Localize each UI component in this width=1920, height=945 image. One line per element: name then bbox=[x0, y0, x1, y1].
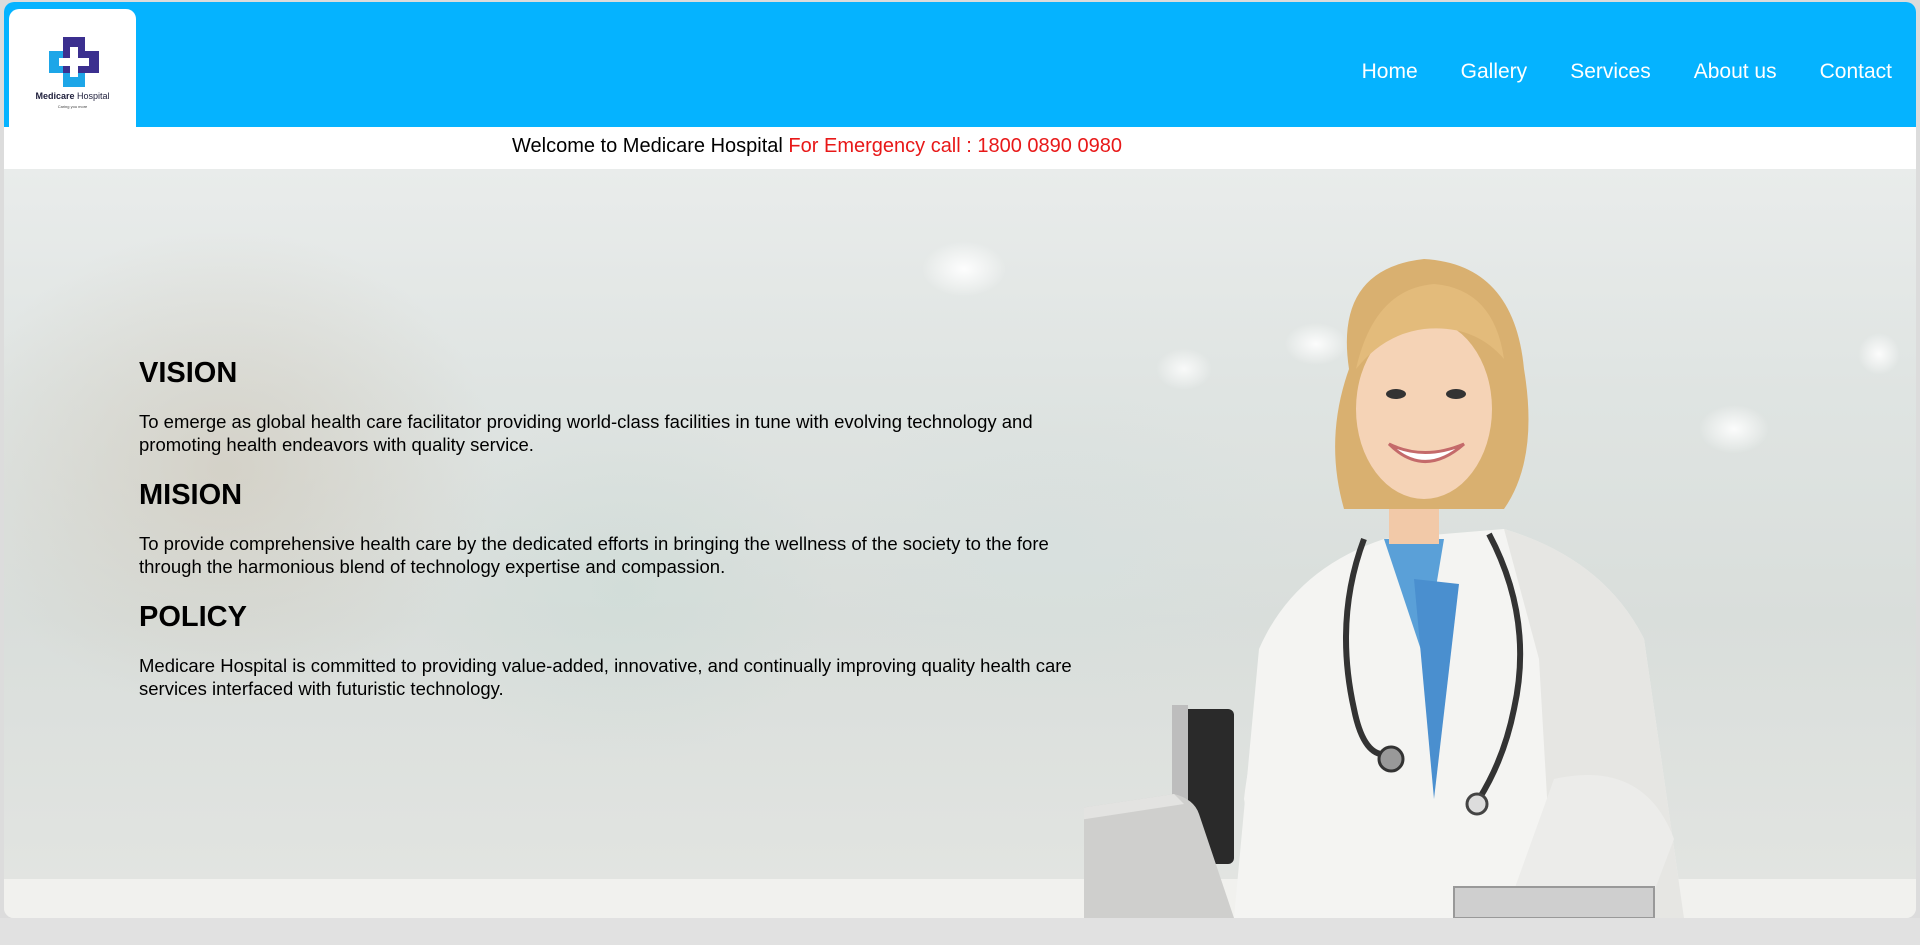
emergency-call-text: For Emergency call : 1800 0890 0980 bbox=[788, 135, 1122, 157]
nav-home-link[interactable]: Home bbox=[1362, 60, 1418, 84]
about-content: VISION To emerge as global health care f… bbox=[139, 356, 1099, 700]
nav-gallery-link[interactable]: Gallery bbox=[1461, 60, 1528, 84]
medical-cross-icon bbox=[49, 37, 99, 87]
top-navbar: Home Gallery Services About us Contact bbox=[4, 2, 1916, 127]
nav-services-link[interactable]: Services bbox=[1570, 60, 1651, 84]
vision-text: To emerge as global health care facilita… bbox=[139, 411, 1033, 455]
hero-banner: VISION To emerge as global health care f… bbox=[4, 169, 1916, 918]
logo-name-bold: Medicare bbox=[35, 91, 75, 101]
policy-heading: POLICY bbox=[139, 601, 247, 633]
doctor-illustration bbox=[1084, 259, 1684, 918]
mission-text: To provide comprehensive health care by … bbox=[139, 533, 1049, 577]
welcome-text: Welcome to Medicare Hospital bbox=[512, 135, 783, 157]
nav-about-link[interactable]: About us bbox=[1694, 60, 1777, 84]
announcement-bar: Welcome to Medicare Hospital For Emergen… bbox=[4, 127, 1916, 170]
page-bottom-edge bbox=[0, 918, 1920, 945]
policy-text: Medicare Hospital is committed to provid… bbox=[139, 655, 1072, 699]
logo-name-light: Hospital bbox=[74, 91, 110, 101]
logo[interactable]: Medicare Hospital Caring you more bbox=[9, 9, 136, 169]
nav-contact-link[interactable]: Contact bbox=[1820, 60, 1892, 84]
announcement-text: Welcome to Medicare Hospital For Emergen… bbox=[512, 135, 1122, 158]
main-menu: Home Gallery Services About us Contact bbox=[1319, 60, 1892, 84]
logo-tagline: Caring you more bbox=[57, 104, 88, 109]
vision-heading: VISION bbox=[139, 357, 238, 389]
mission-heading: MISION bbox=[139, 479, 243, 511]
logo-name: Medicare Hospital bbox=[9, 91, 136, 101]
page-frame: Home Gallery Services About us Contact M… bbox=[4, 2, 1916, 918]
